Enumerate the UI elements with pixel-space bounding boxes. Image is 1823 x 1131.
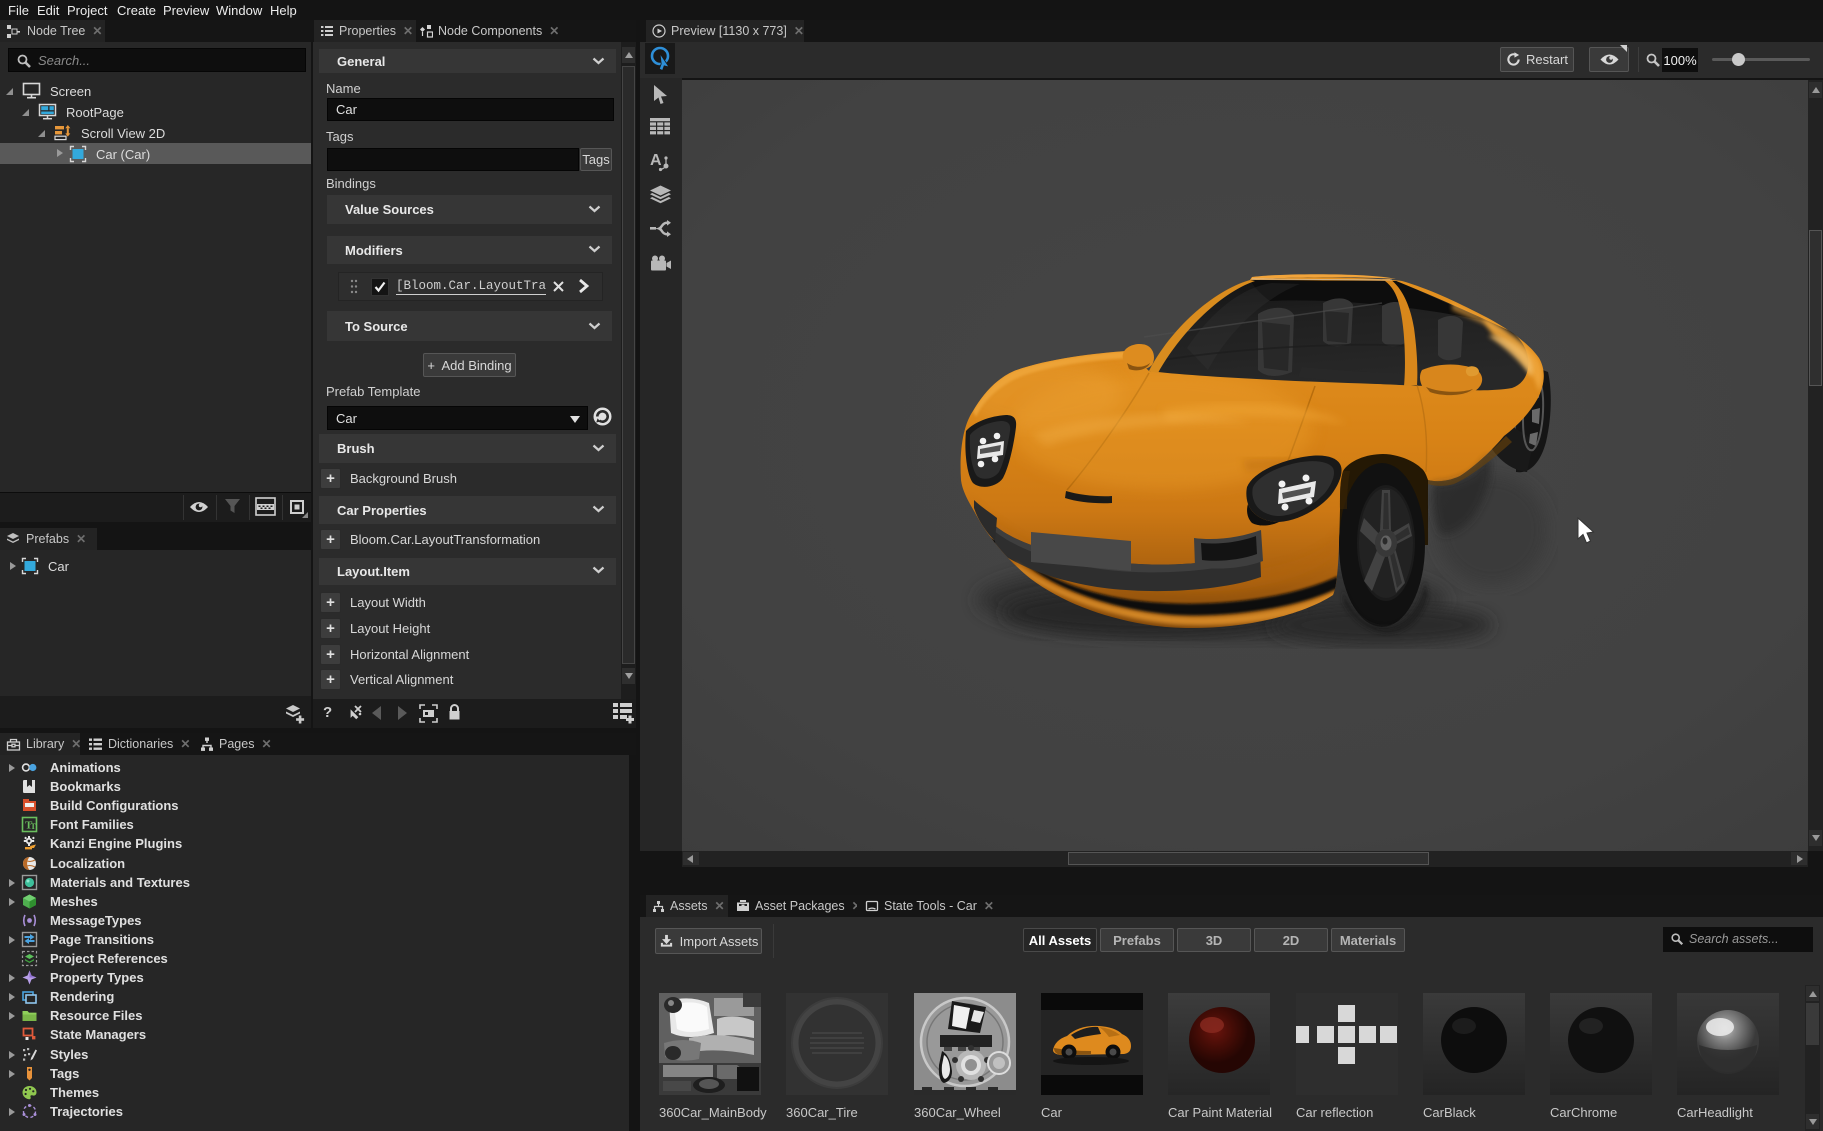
- svg-text:T: T: [31, 822, 37, 831]
- svg-text:A: A: [650, 152, 662, 169]
